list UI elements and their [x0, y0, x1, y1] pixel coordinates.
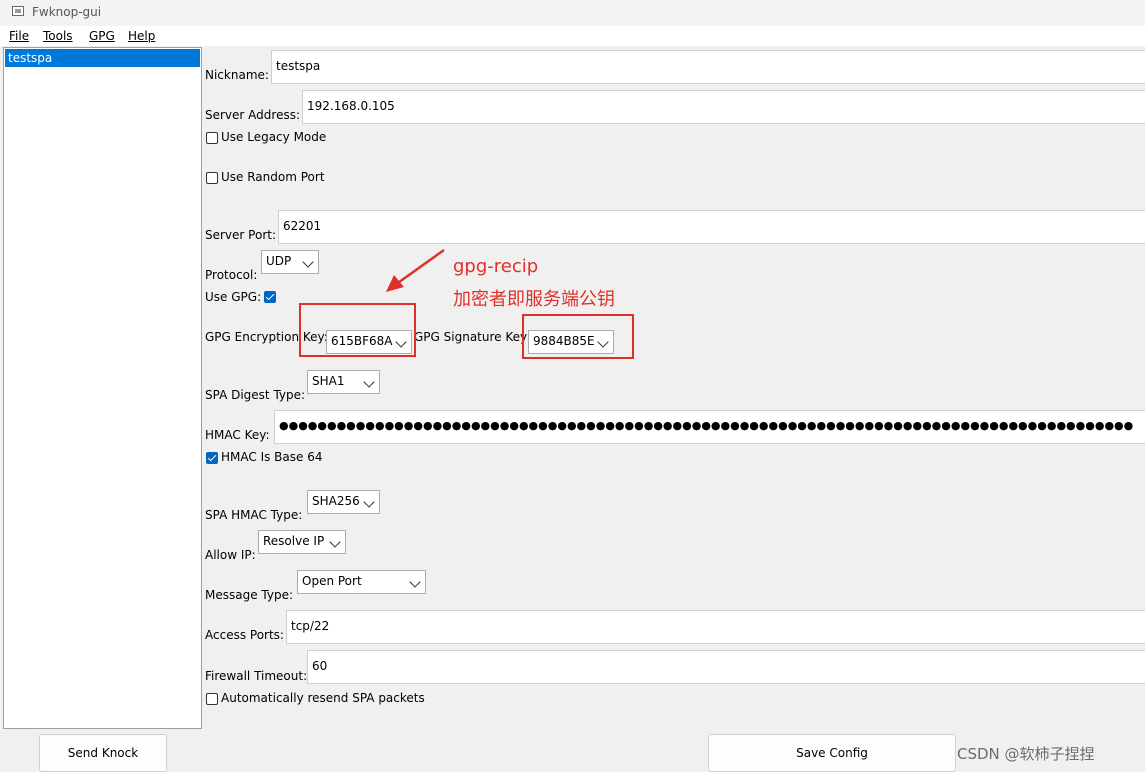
chevron-down-icon: [302, 256, 314, 268]
random-port-label: Use Random Port: [221, 170, 325, 184]
spa-digest-type-select[interactable]: SHA1: [307, 370, 380, 394]
server-address-field[interactable]: 192.168.0.105: [302, 90, 1145, 124]
auto-resend-label: Automatically resend SPA packets: [221, 691, 425, 705]
spa-hmac-type-select[interactable]: SHA256: [307, 490, 380, 514]
protocol-value: UDP: [266, 254, 292, 268]
protocol-select[interactable]: UDP: [261, 250, 319, 274]
list-item[interactable]: testspa: [5, 49, 200, 67]
firewall-timeout-label: Firewall Timeout:: [205, 669, 308, 683]
annotation-arrow-icon: [386, 248, 445, 292]
server-address-label: Server Address:: [205, 108, 300, 122]
server-port-field[interactable]: 62201: [278, 210, 1145, 244]
highlight-box-encryption-key: [299, 303, 416, 357]
message-type-select[interactable]: Open Port: [297, 570, 426, 594]
menu-help[interactable]: Help: [128, 29, 155, 43]
hmac-key-field[interactable]: ●●●●●●●●●●●●●●●●●●●●●●●●●●●●●●●●●●●●●●●●…: [274, 410, 1145, 444]
legacy-mode-label: Use Legacy Mode: [221, 130, 327, 144]
title-bar: Fwknop-gui: [0, 0, 1145, 26]
spa-hmac-type-value: SHA256: [312, 494, 360, 508]
access-ports-field[interactable]: tcp/22: [286, 610, 1145, 644]
hmac-base64-label: HMAC Is Base 64: [221, 450, 323, 464]
message-type-value: Open Port: [302, 574, 362, 588]
menu-bar: File Tools GPG Help: [0, 26, 1145, 46]
save-config-button[interactable]: Save Config: [708, 734, 956, 772]
chevron-down-icon: [329, 536, 341, 548]
server-port-label: Server Port:: [205, 228, 276, 242]
hmac-base64-checkbox[interactable]: [206, 452, 218, 464]
gpg-signature-key-label: GPG Signature Key: [414, 330, 528, 344]
hmac-key-label: HMAC Key:: [205, 428, 270, 442]
chevron-down-icon: [363, 496, 375, 508]
app-icon: [12, 6, 24, 16]
allow-ip-select[interactable]: Resolve IP: [258, 530, 346, 554]
legacy-mode-checkbox[interactable]: [206, 132, 218, 144]
highlight-box-signature-key: [522, 314, 634, 359]
annotation-subtitle: 加密者即服务端公钥: [453, 289, 615, 310]
send-knock-button[interactable]: Send Knock: [39, 734, 167, 772]
firewall-timeout-field[interactable]: 60: [307, 650, 1145, 684]
chevron-down-icon: [409, 576, 421, 588]
allow-ip-value: Resolve IP: [263, 534, 325, 548]
nickname-label: Nickname:: [205, 68, 269, 82]
chevron-down-icon: [363, 376, 375, 388]
protocol-label: Protocol:: [205, 268, 258, 282]
random-port-checkbox[interactable]: [206, 172, 218, 184]
message-type-label: Message Type:: [205, 588, 294, 602]
auto-resend-checkbox[interactable]: [206, 693, 218, 705]
menu-file[interactable]: File: [9, 29, 29, 43]
spa-digest-type-label: SPA Digest Type:: [205, 388, 306, 402]
use-gpg-label: Use GPG:: [205, 290, 262, 304]
config-list[interactable]: testspa: [3, 47, 202, 729]
watermark: CSDN @软柿子捏捏: [957, 745, 1095, 763]
access-ports-label: Access Ports:: [205, 628, 284, 642]
menu-tools[interactable]: Tools: [43, 29, 73, 43]
menu-gpg[interactable]: GPG: [89, 29, 115, 43]
window-title: Fwknop-gui: [32, 5, 102, 19]
annotation-title: gpg-recip: [453, 256, 539, 277]
nickname-field[interactable]: testspa: [271, 50, 1145, 84]
spa-digest-type-value: SHA1: [312, 374, 345, 388]
spa-hmac-type-label: SPA HMAC Type:: [205, 508, 303, 522]
allow-ip-label: Allow IP:: [205, 548, 256, 562]
use-gpg-checkbox[interactable]: [264, 291, 276, 303]
